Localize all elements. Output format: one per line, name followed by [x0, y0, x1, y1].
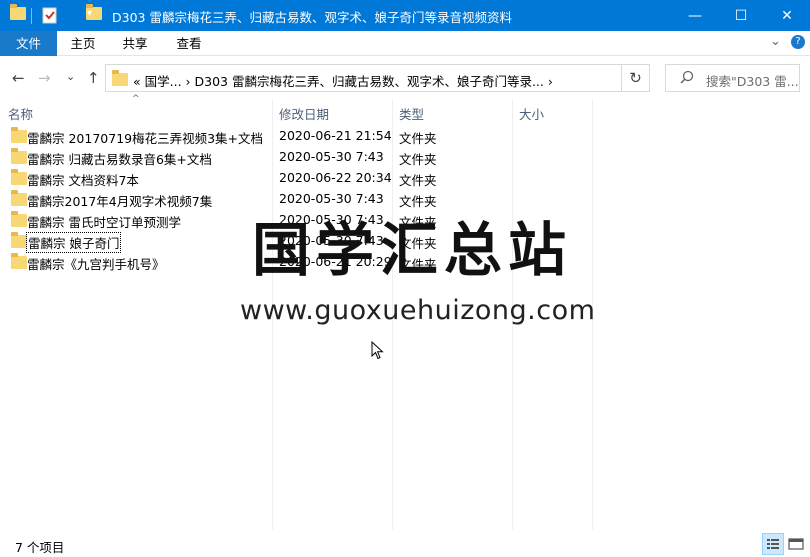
file-row[interactable]: 雷麟宗 文档资料7本 2020-06-22 20:34 文件夹	[0, 167, 600, 188]
forward-button[interactable]: →	[38, 69, 51, 87]
maximize-button[interactable]: ☐	[718, 0, 764, 31]
tab-file[interactable]: 文件	[0, 31, 57, 56]
folder-icon	[11, 232, 27, 248]
file-name: 雷麟宗 20170719梅花三弄视频3集+文档	[27, 131, 264, 146]
ribbon-expand-icon[interactable]: ⌄	[770, 34, 781, 49]
refresh-button[interactable]: ↻	[622, 64, 650, 92]
close-button[interactable]: ✕	[764, 0, 810, 31]
mouse-cursor-icon	[371, 340, 385, 364]
folder-icon	[11, 148, 27, 164]
title-separator	[31, 8, 32, 24]
file-type: 文件夹	[399, 131, 437, 146]
folder-icon	[11, 211, 27, 227]
minimize-button[interactable]: —	[672, 0, 718, 31]
navigation-bar: ← → ⌄ ↑ « 国学... › D303 雷麟宗梅花三弄、归藏古易数、观字术…	[0, 56, 810, 100]
file-type: 文件夹	[399, 152, 437, 167]
file-date: 2020-06-22 20:34	[279, 170, 392, 185]
help-icon[interactable]: ?	[791, 35, 805, 49]
file-name: 雷麟宗《九宫判手机号》	[27, 257, 165, 272]
tab-home[interactable]: 主页	[62, 31, 104, 56]
column-header-type[interactable]: 类型	[399, 104, 424, 123]
folder-icon	[11, 127, 27, 143]
column-header-size[interactable]: 大小	[519, 104, 544, 123]
back-button[interactable]: ←	[12, 69, 25, 87]
folder-icon	[11, 253, 27, 269]
file-row[interactable]: 雷麟宗2017年4月观字术视频7集 2020-05-30 7:43 文件夹	[0, 188, 600, 209]
folder-icon	[11, 169, 27, 185]
file-row[interactable]: 雷麟宗 20170719梅花三弄视频3集+文档 2020-06-21 21:54…	[0, 125, 600, 146]
search-placeholder: 搜索"D303 雷...	[706, 74, 799, 89]
up-button[interactable]: ↑	[87, 69, 100, 87]
file-row[interactable]: 雷麟宗 归藏古易数录音6集+文档 2020-05-30 7:43 文件夹	[0, 146, 600, 167]
folder-icon	[11, 190, 27, 206]
column-header-date[interactable]: 修改日期	[279, 104, 329, 123]
properties-icon[interactable]	[42, 6, 58, 27]
search-input[interactable]: 搜索"D303 雷...	[665, 64, 800, 92]
file-name: 雷麟宗 归藏古易数录音6集+文档	[27, 152, 212, 167]
file-type: 文件夹	[399, 194, 437, 209]
large-icons-view-button[interactable]	[785, 533, 807, 555]
window-title: D303 雷麟宗梅花三弄、归藏古易数、观字术、娘子奇门等录音视频资料	[112, 10, 512, 25]
file-name: 雷麟宗 雷氏时空订单预测学	[27, 215, 181, 230]
address-bar[interactable]: « 国学... › D303 雷麟宗梅花三弄、归藏古易数、观字术、娘子奇门等录.…	[105, 64, 622, 92]
status-bar: 7 个项目	[0, 533, 810, 557]
file-date: 2020-05-30 7:43	[279, 191, 384, 206]
watermark-chinese: 国学汇总站	[252, 216, 573, 284]
folder-icon	[10, 4, 26, 20]
search-icon	[680, 70, 694, 88]
file-name: 雷麟宗 娘子奇门	[25, 232, 122, 253]
item-count: 7 个项目	[15, 540, 65, 555]
recent-locations-dropdown[interactable]: ⌄	[66, 70, 75, 83]
tab-share[interactable]: 共享	[114, 31, 156, 56]
file-type: 文件夹	[399, 173, 437, 188]
file-date: 2020-05-30 7:43	[279, 149, 384, 164]
file-name: 雷麟宗 文档资料7本	[27, 173, 139, 188]
column-header-name[interactable]: 名称	[8, 104, 33, 123]
address-folder-icon	[112, 70, 128, 86]
file-name: 雷麟宗2017年4月观字术视频7集	[27, 194, 213, 209]
watermark-url: www.guoxuehuizong.com	[240, 295, 596, 326]
quick-access-dropdown-icon[interactable]: ▾	[87, 8, 92, 19]
file-date: 2020-06-21 21:54	[279, 128, 392, 143]
ribbon-tabs: 文件 主页 共享 查看 ⌄ ?	[0, 31, 810, 56]
title-bar: ▾ D303 雷麟宗梅花三弄、归藏古易数、观字术、娘子奇门等录音视频资料 — ☐…	[0, 0, 810, 31]
sort-ascending-icon: ^	[132, 94, 140, 104]
details-view-button[interactable]	[762, 533, 784, 555]
breadcrumb[interactable]: « 国学... › D303 雷麟宗梅花三弄、归藏古易数、观字术、娘子奇门等录.…	[133, 71, 553, 90]
tab-view[interactable]: 查看	[168, 31, 210, 56]
